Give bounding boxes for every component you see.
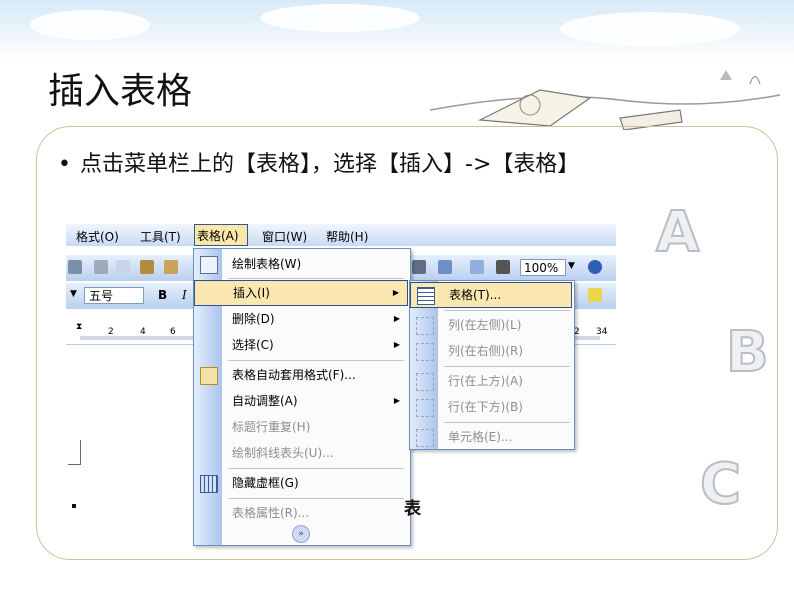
bullet-dot: • — [58, 152, 71, 177]
menu-bar: 格式(O) 工具(T) 表格(A) 窗口(W) 帮助(H) — [66, 224, 616, 246]
menu-item-label: 表格属性(R)... — [232, 506, 310, 520]
highlight-icon[interactable] — [588, 288, 602, 302]
menu-item-select[interactable]: 选择(C) ▶ — [194, 332, 408, 358]
show-hide-icon[interactable] — [496, 260, 510, 274]
zoom-dropdown-icon[interactable]: ▼ — [568, 261, 575, 271]
table-grid-icon — [417, 287, 435, 305]
menu-separator — [228, 360, 404, 361]
menu-item-label: 表格自动套用格式(F)... — [232, 368, 356, 382]
menu-item-label: 单元格(E)... — [448, 430, 513, 444]
columns-icon[interactable] — [412, 260, 426, 274]
cut-icon[interactable] — [94, 260, 108, 274]
ruler-tick: 2 — [108, 327, 114, 337]
menu-table[interactable]: 表格(A) — [194, 224, 248, 246]
menu-item-label: 列(在右侧)(R) — [448, 344, 524, 358]
menu-help[interactable]: 帮助(H) — [326, 228, 368, 245]
menu-item-cells[interactable]: 单元格(E)... — [410, 424, 572, 450]
menu-item-autoformat[interactable]: 表格自动套用格式(F)... — [194, 362, 408, 388]
cloud-decoration — [260, 4, 420, 32]
decor-letter-a: A — [655, 199, 700, 266]
ruler-tick: 6 — [170, 327, 176, 337]
menu-item-hide-gridlines[interactable]: 隐藏虚框(G) — [194, 470, 408, 496]
menu-item-label: 表格(T)... — [449, 288, 502, 302]
gridlines-icon — [200, 475, 218, 493]
menu-item-label: 列(在左侧)(L) — [448, 318, 522, 332]
menu-separator — [228, 468, 404, 469]
insert-column-left-icon — [416, 317, 434, 335]
document-map-icon[interactable] — [470, 260, 484, 274]
format-painter-icon[interactable] — [164, 260, 178, 274]
footer-bullet-dot — [72, 504, 76, 508]
menu-format[interactable]: 格式(O) — [76, 228, 119, 245]
landscape-sketch-decoration — [429, 70, 781, 130]
zoom-select[interactable]: 100% — [520, 259, 566, 276]
menu-separator — [444, 422, 570, 423]
menu-item-label: 隐藏虚框(G) — [232, 476, 299, 490]
paste-icon[interactable] — [140, 260, 154, 274]
insert-column-right-icon — [416, 343, 434, 361]
font-size-dropdown-icon[interactable]: ▼ — [70, 289, 77, 299]
menu-item-draw-table[interactable]: 绘制表格(W) — [194, 251, 408, 277]
menu-separator — [444, 310, 570, 311]
menu-item-label: 绘制斜线表头(U)... — [232, 446, 334, 460]
cloud-decoration — [30, 10, 150, 40]
menu-item-label: 选择(C) — [232, 338, 274, 352]
insert-row-above-icon — [416, 373, 434, 391]
menu-item-label: 行(在上方)(A) — [448, 374, 523, 388]
menu-item-label: 行(在下方)(B) — [448, 400, 523, 414]
menu-item-label: 插入(I) — [233, 286, 270, 300]
menu-item-label: 绘制表格(W) — [232, 257, 302, 271]
menu-item-insert-table[interactable]: 表格(T)... — [410, 282, 572, 308]
menu-item-rows-below[interactable]: 行(在下方)(B) — [410, 394, 572, 420]
drawing-icon[interactable] — [438, 260, 452, 274]
italic-button[interactable]: I — [182, 288, 187, 302]
menu-separator — [444, 366, 570, 367]
menu-item-columns-right[interactable]: 列(在右侧)(R) — [410, 338, 572, 364]
autoformat-table-icon — [200, 367, 218, 385]
menu-item-label: 自动调整(A) — [232, 394, 298, 408]
bullet-instruction: • 点击菜单栏上的【表格】，选择【插入】->【表格】 — [58, 146, 579, 178]
insert-cells-icon — [416, 429, 434, 447]
menu-item-delete[interactable]: 删除(D) ▶ — [194, 306, 408, 332]
ruler-tick: 4 — [140, 327, 146, 337]
menu-item-columns-left[interactable]: 列(在左侧)(L) — [410, 312, 572, 338]
menu-tools[interactable]: 工具(T) — [140, 228, 181, 245]
submenu-arrow-icon: ▶ — [393, 396, 400, 405]
menu-item-autofit[interactable]: 自动调整(A) ▶ — [194, 388, 408, 414]
menu-item-label: 标题行重复(H) — [232, 420, 311, 434]
insert-submenu: 表格(T)... 列(在左侧)(L) 列(在右侧)(R) 行(在上方)(A) 行… — [409, 280, 575, 450]
submenu-arrow-icon: ▶ — [393, 340, 400, 349]
ruler-tick: 34 — [596, 327, 608, 337]
menu-item-insert[interactable]: 插入(I) ▶ — [194, 280, 408, 306]
toolbar-icon[interactable] — [68, 260, 82, 274]
menu-item-table-properties[interactable]: 表格属性(R)... — [194, 500, 408, 526]
slide-title: 插入表格 — [48, 71, 193, 112]
menu-separator — [228, 498, 404, 499]
table-menu: 绘制表格(W) 插入(I) ▶ 删除(D) ▶ 选择(C) ▶ 表格自动套用格式… — [193, 248, 411, 546]
menu-separator — [228, 278, 404, 279]
ruler-indent-marker[interactable]: ⧗ — [76, 322, 82, 332]
submenu-arrow-icon: ▶ — [392, 288, 399, 297]
footer-text-fragment: 表 — [404, 499, 421, 519]
insert-row-below-icon — [416, 399, 434, 417]
help-icon[interactable] — [588, 260, 602, 274]
bold-button[interactable]: B — [158, 288, 167, 302]
bullet-text: 点击菜单栏上的【表格】，选择【插入】->【表格】 — [80, 152, 580, 177]
pencil-table-icon — [200, 256, 218, 274]
menu-item-heading-rows-repeat[interactable]: 标题行重复(H) — [194, 414, 408, 440]
double-chevron-down-icon[interactable]: » — [292, 525, 310, 543]
decor-letter-b: B — [725, 319, 770, 386]
document-corner-mark — [68, 440, 81, 465]
font-size-select[interactable]: 五号 — [84, 287, 144, 304]
submenu-arrow-icon: ▶ — [393, 314, 400, 323]
decor-letter-c: C — [699, 451, 742, 518]
menu-item-diagonal-header[interactable]: 绘制斜线表头(U)... — [194, 440, 408, 466]
menu-window[interactable]: 窗口(W) — [262, 228, 307, 245]
copy-icon[interactable] — [116, 260, 130, 274]
menu-item-label: 删除(D) — [232, 312, 275, 326]
menu-item-rows-above[interactable]: 行(在上方)(A) — [410, 368, 572, 394]
